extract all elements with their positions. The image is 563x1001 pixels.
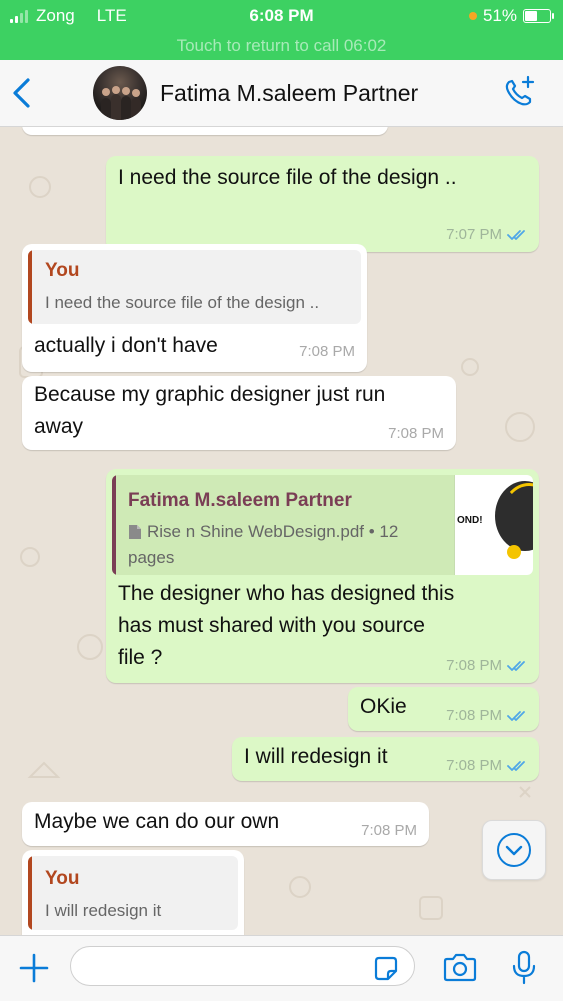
quote-author: Fatima M.saleem Partner [128,490,352,511]
message-text-line: away [34,415,84,438]
quote-text: I need the source file of the design .. [45,293,320,312]
message-bubble-outgoing[interactable]: I need the source file of the design .. … [106,156,539,252]
message-meta: 7:07 PM [446,226,527,243]
double-check-icon [507,710,525,721]
quote-document: Rise n Shine WebDesign.pdf • 12 pages [128,519,448,571]
message-text: actually i don't have [34,334,218,357]
message-text: I will redesign it [244,745,388,768]
message-bubble-incoming[interactable]: You I need the source file of the design… [22,244,367,372]
battery-info: 51% [468,6,554,26]
message-meta: 7:08 PM [446,657,527,674]
avatar[interactable] [93,66,147,120]
quote-author: You [45,260,80,281]
message-time: 7:08 PM [446,757,502,774]
thumbnail-text: OND! [457,515,483,526]
call-add-icon[interactable] [501,74,537,110]
mic-in-use-indicator [468,12,477,20]
message-bubble-incoming[interactable]: Because my graphic designer just run awa… [22,376,456,450]
status-bar: Zong LTE 6:08 PM 51% Touch to return to … [0,0,563,60]
message-text-line: Because my graphic designer just run [34,383,386,406]
return-to-call-banner[interactable]: Touch to return to call 06:02 [0,36,563,56]
message-text: I need the source file of the design .. [118,166,457,189]
message-time: 7:08 PM [388,425,444,442]
message-text-line: has must shared with you source [118,614,425,637]
chevron-down-icon [497,833,531,867]
double-check-icon [507,229,525,240]
message-text: OKie [360,695,407,718]
message-time: 7:08 PM [446,707,502,724]
quote-author: You [45,868,80,889]
document-thumbnail: OND! [454,475,533,575]
chat-area[interactable]: I need the source file of the design .. … [0,127,563,935]
reply-quote[interactable]: You I need the source file of the design… [28,250,361,324]
message-time: 7:07 PM [446,226,502,243]
message-meta: 7:08 PM [446,707,527,724]
reply-quote[interactable]: You I will redesign it [28,856,238,930]
message-time: 7:08 PM [446,657,502,674]
message-time: 7:08 PM [299,343,355,360]
document-pages: pages [128,548,175,567]
reply-quote-document[interactable]: Fatima M.saleem Partner Rise n Shine Web… [112,475,533,575]
camera-icon[interactable] [442,952,478,984]
message-bubble-outgoing[interactable]: I will redesign it 7:08 PM [232,737,539,781]
double-check-icon [507,760,525,771]
message-input[interactable] [70,946,415,986]
double-check-icon [507,660,525,671]
document-icon [129,525,141,539]
contact-name[interactable]: Fatima M.saleem Partner [160,80,418,107]
message-bubble-partial[interactable] [22,127,388,135]
document-name: Rise n Shine WebDesign.pdf • 12 [147,522,399,541]
plus-icon[interactable] [18,952,50,984]
message-bubble-outgoing[interactable]: Fatima M.saleem Partner Rise n Shine Web… [106,469,539,683]
message-text-line: The designer who has designed this [118,582,455,605]
scroll-to-bottom-button[interactable] [482,820,546,880]
message-meta: 7:08 PM [446,757,527,774]
sticker-icon[interactable] [372,955,400,983]
message-bubble-incoming[interactable]: Maybe we can do our own 7:08 PM [22,802,429,846]
message-bubble-outgoing[interactable]: OKie 7:08 PM [348,687,539,731]
message-text-line: file ? [118,646,163,669]
back-icon[interactable] [10,76,34,110]
chat-header: Fatima M.saleem Partner [0,60,563,127]
message-bubble-incoming[interactable]: You I will redesign it [22,850,244,935]
composer-bar [0,935,563,1001]
microphone-icon[interactable] [510,950,538,986]
quote-text: I will redesign it [45,901,162,920]
message-time: 7:08 PM [361,822,417,839]
battery-percent: 51% [482,6,517,25]
battery-icon [523,9,554,23]
message-text: Maybe we can do our own [34,810,280,833]
